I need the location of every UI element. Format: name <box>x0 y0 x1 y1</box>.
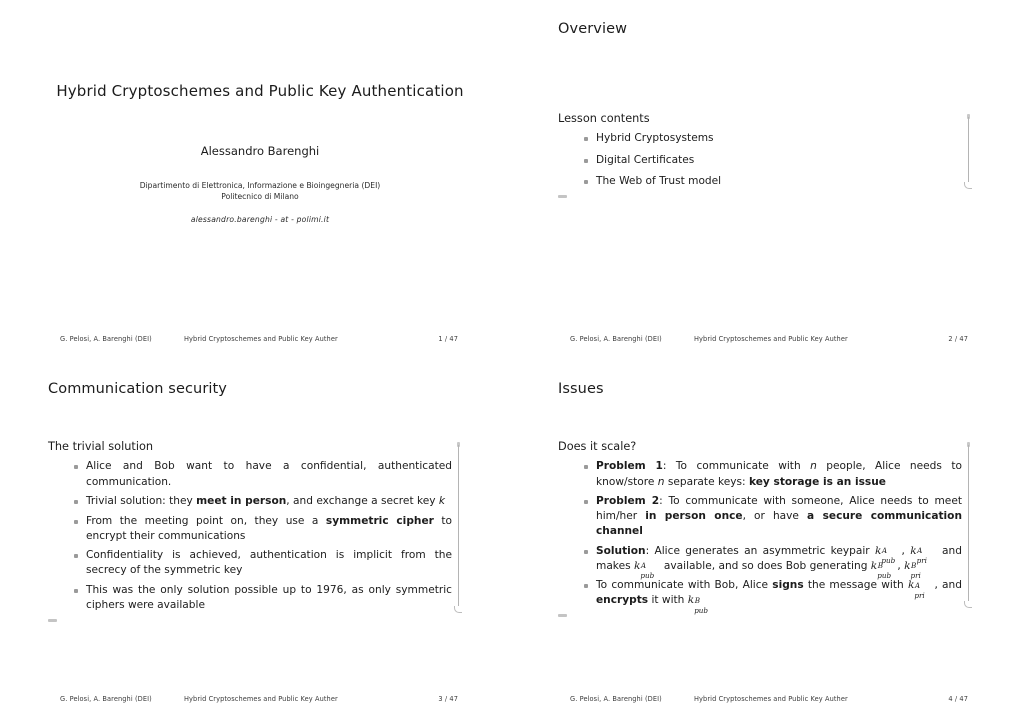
footer-short-title: Hybrid Cryptoschemes and Public Key Auth… <box>694 335 848 343</box>
list-item: Digital Certificates <box>584 153 962 168</box>
block-right-rule <box>964 113 974 189</box>
footer-page-number: 3 / 47 <box>438 695 458 703</box>
frame-title-issues: Issues <box>558 381 604 397</box>
presentation-email: alessandro.barenghi - at - polimi.it <box>190 215 330 224</box>
block-foot-marker-icon <box>558 614 567 618</box>
institute-line-2: Politecnico di Milano <box>221 192 299 201</box>
footer-page-number: 1 / 47 <box>438 335 458 343</box>
rule-line <box>458 444 459 606</box>
list-item: Confidentiality is achieved, authenticat… <box>74 548 452 578</box>
block-title-trivial-solution: The trivial solution <box>48 439 154 453</box>
footer-authors: G. Pelosi, A. Barenghi (DEI) <box>60 695 152 703</box>
list-item: From the meeting point on, they use a sy… <box>74 514 452 544</box>
footer-short-title: Hybrid Cryptoschemes and Public Key Auth… <box>184 335 338 343</box>
block-title-does-it-scale: Does it scale? <box>558 439 637 453</box>
slide-footer: G. Pelosi, A. Barenghi (DEI) Hybrid Cryp… <box>48 695 472 706</box>
presentation-institute: Dipartimento di Elettronica, Informazion… <box>48 180 472 202</box>
handout-page: Hybrid Cryptoschemes and Public Key Auth… <box>0 0 1020 721</box>
block-foot-marker-icon <box>48 618 57 622</box>
block-right-rule <box>964 441 974 609</box>
rule-cap-bottom-icon <box>964 601 972 609</box>
rule-line <box>968 116 969 182</box>
rule-line <box>968 444 969 602</box>
presentation-author: Alessandro Barenghi <box>200 144 320 158</box>
list-item: To communicate with Bob, Alice signs the… <box>584 578 962 614</box>
block-trivial-solution: The trivial solution Alice and Bob want … <box>48 439 472 622</box>
institute-line-1: Dipartimento di Elettronica, Informazion… <box>139 181 381 190</box>
slide-footer: G. Pelosi, A. Barenghi (DEI) Hybrid Cryp… <box>558 335 982 346</box>
list-item: Hybrid Cryptosystems <box>584 131 962 146</box>
list-item: The Web of Trust model <box>584 174 962 189</box>
rule-cap-top-icon <box>457 441 460 447</box>
footer-authors: G. Pelosi, A. Barenghi (DEI) <box>570 695 662 703</box>
slide-overview: Overview Lesson contents Hybrid Cryptosy… <box>510 0 1020 360</box>
communication-security-item-list: Alice and Bob want to have a confidentia… <box>48 459 452 612</box>
block-right-rule <box>454 441 464 613</box>
rule-cap-bottom-icon <box>454 605 462 613</box>
footer-page-number: 2 / 47 <box>948 335 968 343</box>
frame-title-communication-security: Communication security <box>48 381 227 397</box>
footer-page-number: 4 / 47 <box>948 695 968 703</box>
rule-cap-bottom-icon <box>964 181 972 189</box>
rule-cap-top-icon <box>967 441 970 447</box>
footer-short-title: Hybrid Cryptoschemes and Public Key Auth… <box>694 695 848 703</box>
overview-item-list: Hybrid Cryptosystems Digital Certificates… <box>558 131 962 188</box>
list-item: Solution: Alice generates an asymmetric … <box>584 544 962 579</box>
slide-issues: Issues Does it scale? Problem 1: To comm… <box>510 360 1020 720</box>
list-item: Alice and Bob want to have a confidentia… <box>74 459 452 489</box>
frame-title-overview: Overview <box>558 21 628 37</box>
block-foot-marker-icon <box>558 194 567 198</box>
issues-item-list: Problem 1: To communicate with n people,… <box>558 459 962 614</box>
slide-communication-security-body: Communication security The trivial solut… <box>48 381 472 680</box>
footer-short-title: Hybrid Cryptoschemes and Public Key Auth… <box>184 695 338 703</box>
list-item: Problem 1: To communicate with n people,… <box>584 459 962 489</box>
slide-issues-body: Issues Does it scale? Problem 1: To comm… <box>558 381 982 680</box>
slide-footer: G. Pelosi, A. Barenghi (DEI) Hybrid Cryp… <box>558 695 982 706</box>
footer-authors: G. Pelosi, A. Barenghi (DEI) <box>60 335 152 343</box>
block-title-lesson-contents: Lesson contents <box>558 111 650 125</box>
presentation-title: Hybrid Cryptoschemes and Public Key Auth… <box>56 82 464 100</box>
rule-cap-top-icon <box>967 113 970 119</box>
block-does-it-scale: Does it scale? Problem 1: To communicate… <box>558 439 982 618</box>
footer-authors: G. Pelosi, A. Barenghi (DEI) <box>570 335 662 343</box>
slide-footer: G. Pelosi, A. Barenghi (DEI) Hybrid Cryp… <box>48 335 472 346</box>
slide-title-body: Hybrid Cryptoschemes and Public Key Auth… <box>48 22 472 320</box>
block-lesson-contents: Lesson contents Hybrid Cryptosystems Digi… <box>558 111 982 198</box>
list-item: Problem 2: To communicate with someone, … <box>584 494 962 539</box>
title-block: Hybrid Cryptoschemes and Public Key Auth… <box>48 82 472 224</box>
list-item: Trivial solution: they meet in person, a… <box>74 494 452 509</box>
slide-communication-security: Communication security The trivial solut… <box>0 360 510 720</box>
list-item: This was the only solution possible up t… <box>74 583 452 613</box>
slide-title: Hybrid Cryptoschemes and Public Key Auth… <box>0 0 510 360</box>
slide-overview-body: Overview Lesson contents Hybrid Cryptosy… <box>558 21 982 320</box>
